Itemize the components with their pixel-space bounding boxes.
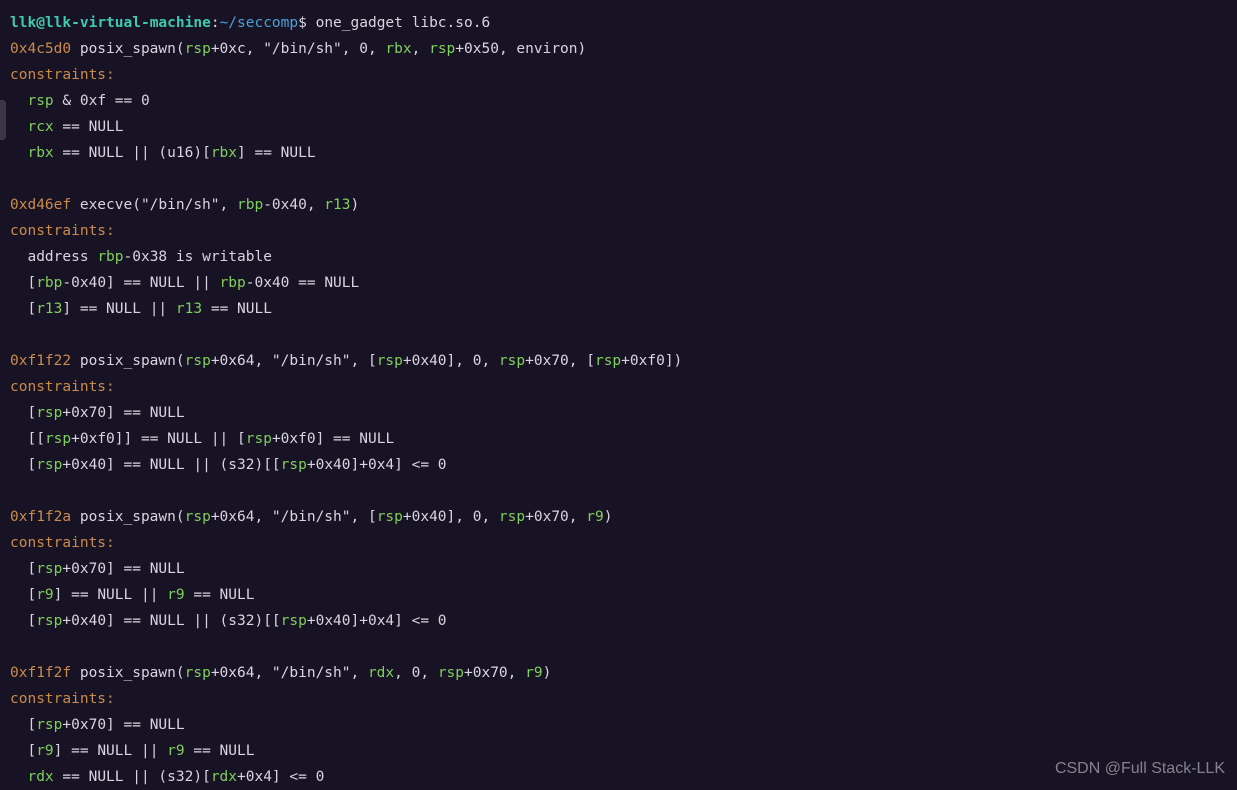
sidebar-tab (0, 100, 6, 140)
constraint-line: rbx == NULL || (u16)[rbx] == NULL (27, 145, 315, 161)
constraints-label: constraints: (10, 691, 115, 707)
constraint-line: [rbp-0x40] == NULL || rbp-0x40 == NULL (27, 275, 359, 291)
constraint-line: [rsp+0x40] == NULL || (s32)[[rsp+0x40]+0… (27, 613, 446, 629)
prompt-cwd: ~/seccomp (220, 15, 299, 31)
constraint-line: address rbp-0x38 is writable (27, 249, 271, 265)
constraint-line: [rsp+0x70] == NULL (27, 405, 184, 421)
prompt-user: llk (10, 15, 36, 31)
constraints-label: constraints: (10, 67, 115, 83)
constraints-label: constraints: (10, 535, 115, 551)
gadget-line: 0x4c5d0 posix_spawn(rsp+0xc, "/bin/sh", … (10, 41, 586, 57)
gadget-line: 0xf1f2a posix_spawn(rsp+0x64, "/bin/sh",… (10, 509, 612, 525)
watermark: CSDN @Full Stack-LLK (1055, 756, 1225, 782)
constraint-line: [[rsp+0xf0]] == NULL || [rsp+0xf0] == NU… (27, 431, 394, 447)
constraints-label: constraints: (10, 223, 115, 239)
constraint-line: [r9] == NULL || r9 == NULL (27, 587, 254, 603)
prompt-line: llk@llk-virtual-machine:~/seccomp$ one_g… (10, 15, 490, 31)
gadget-line: 0xf1f2f posix_spawn(rsp+0x64, "/bin/sh",… (10, 665, 551, 681)
prompt-command: one_gadget libc.so.6 (316, 15, 491, 31)
constraint-line: rsp & 0xf == 0 (27, 93, 149, 109)
constraints-label: constraints: (10, 379, 115, 395)
constraint-line: [r13] == NULL || r13 == NULL (27, 301, 271, 317)
constraint-line: rdx == NULL || (s32)[rdx+0x4] <= 0 (27, 769, 324, 785)
gadget-line: 0xf1f22 posix_spawn(rsp+0x64, "/bin/sh",… (10, 353, 682, 369)
constraint-line: [r9] == NULL || r9 == NULL (27, 743, 254, 759)
constraint-line: rcx == NULL (27, 119, 123, 135)
prompt-host: llk-virtual-machine (45, 15, 211, 31)
constraint-line: [rsp+0x70] == NULL (27, 717, 184, 733)
gadget-line: 0xd46ef execve("/bin/sh", rbp-0x40, r13) (10, 197, 359, 213)
constraint-line: [rsp+0x40] == NULL || (s32)[[rsp+0x40]+0… (27, 457, 446, 473)
constraint-line: [rsp+0x70] == NULL (27, 561, 184, 577)
command-output: 0x4c5d0 posix_spawn(rsp+0xc, "/bin/sh", … (10, 41, 682, 785)
terminal-output[interactable]: llk@llk-virtual-machine:~/seccomp$ one_g… (0, 0, 1237, 790)
